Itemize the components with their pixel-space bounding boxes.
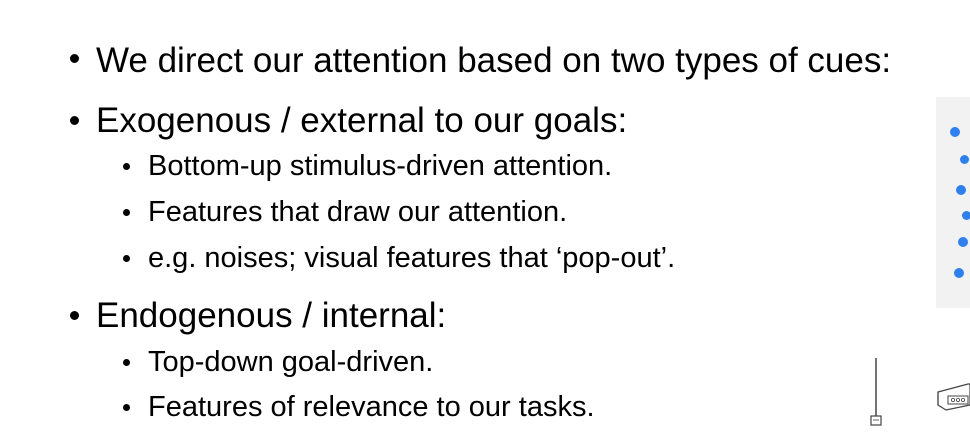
- sub-bullet-dot: [123, 209, 130, 216]
- blue-dot: [954, 268, 964, 278]
- blue-dot: [950, 127, 960, 137]
- sub-bullet-dot: [123, 255, 130, 262]
- slide: We direct our attention based on two typ…: [0, 0, 970, 433]
- bullet-endogenous-heading: Endogenous / internal:: [96, 296, 447, 335]
- sub-bullet-dot: [123, 359, 130, 366]
- line-drawing-sketch: [870, 358, 970, 426]
- bullet-cue-types: We direct our attention based on two typ…: [96, 41, 892, 80]
- blue-dot: [960, 155, 969, 164]
- blue-dot: [956, 185, 966, 195]
- sub-bullet-dot: [123, 163, 130, 170]
- cropped-figure-panel: [936, 97, 970, 308]
- blue-dot: [958, 237, 968, 247]
- sub-bullet-top-down: Top-down goal-driven.: [148, 346, 434, 378]
- sub-bullet-features-draw: Features that draw our attention.: [148, 196, 568, 228]
- bullet-dot: [70, 116, 79, 125]
- sub-bullet-dot: [123, 404, 130, 411]
- bullet-dot: [70, 54, 79, 63]
- sub-bullet-relevance: Features of relevance to our tasks.: [148, 391, 595, 423]
- blue-dot: [962, 211, 970, 220]
- bullet-dot: [70, 311, 79, 320]
- bullet-exogenous-heading: Exogenous / external to our goals:: [96, 101, 628, 140]
- sub-bullet-pop-out: e.g. noises; visual features that ‘pop-o…: [148, 242, 676, 274]
- sub-bullet-bottom-up: Bottom-up stimulus-driven attention.: [148, 150, 613, 182]
